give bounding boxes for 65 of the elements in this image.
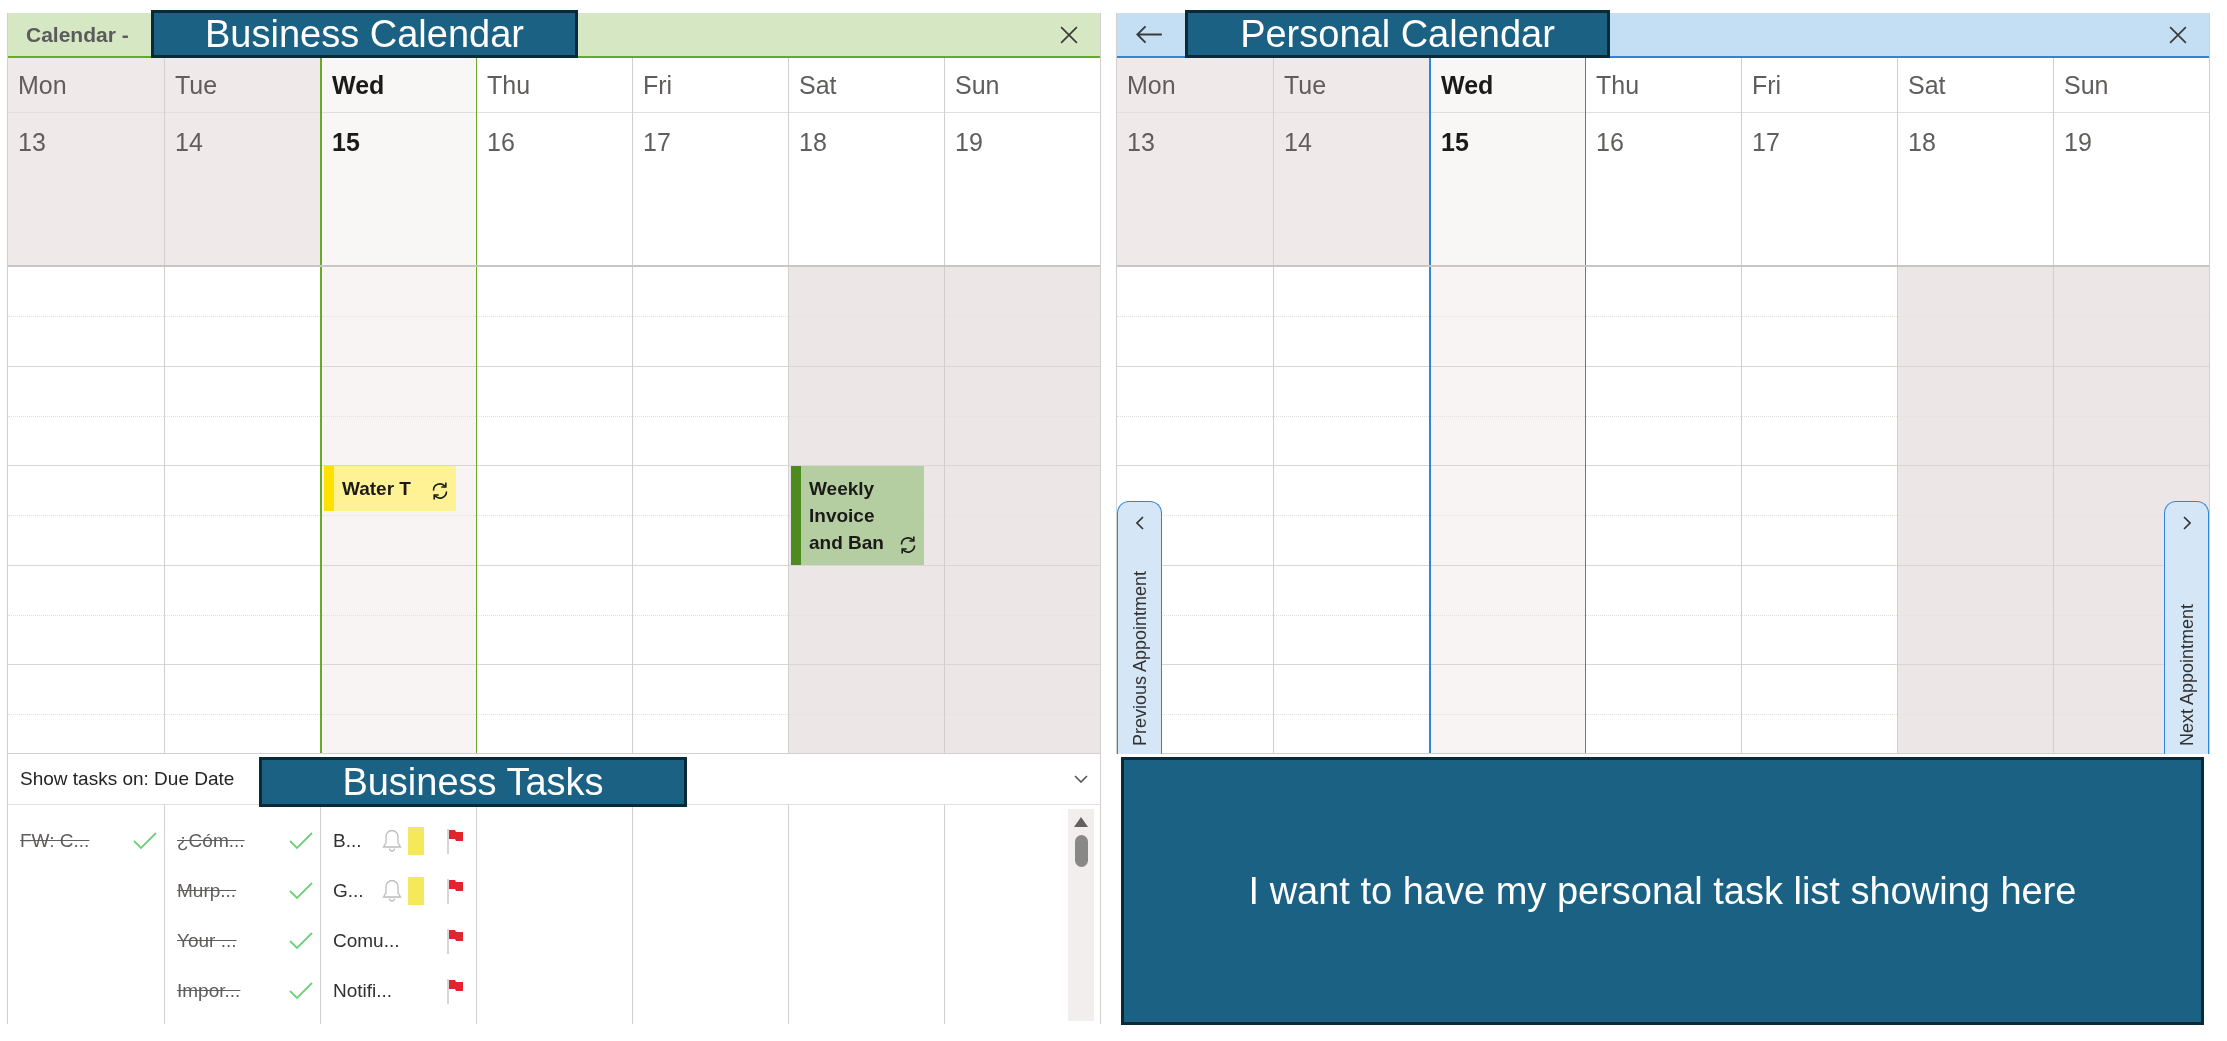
day-name: Thu [1596, 70, 1640, 100]
day-name: Mon [1127, 70, 1176, 100]
day-name: Wed [332, 70, 385, 100]
check-icon[interactable] [289, 882, 313, 900]
close-icon[interactable] [2169, 25, 2187, 44]
task-item[interactable]: Murp... [165, 866, 320, 916]
flag-icon[interactable] [446, 828, 464, 854]
check-icon[interactable] [289, 932, 313, 950]
task-item[interactable]: Your ... [165, 916, 320, 966]
chevron-right-icon [2182, 516, 2191, 530]
day-name: Sun [955, 70, 1000, 100]
day-name: Tue [1284, 70, 1327, 100]
scroll-thumb[interactable] [1074, 835, 1088, 867]
task-item[interactable]: B... [321, 816, 476, 866]
day-date: 17 [1752, 128, 1780, 156]
day-date: 19 [955, 128, 983, 156]
day-date: 16 [487, 128, 515, 156]
back-arrow-icon[interactable] [1135, 25, 1163, 44]
day-name: Fri [1752, 70, 1782, 100]
flag-icon[interactable] [446, 978, 464, 1004]
task-item[interactable]: Impor... [165, 966, 320, 1016]
flag-icon[interactable] [446, 878, 464, 904]
tasks-filter-label: Show tasks on: Due Date [20, 766, 235, 791]
check-icon[interactable] [289, 982, 313, 1000]
day-name: Fri [643, 70, 673, 100]
day-date: 14 [1284, 128, 1312, 156]
day-name: Sun [2064, 70, 2109, 100]
check-icon[interactable] [133, 832, 157, 850]
day-date: 16 [1596, 128, 1624, 156]
task-item[interactable]: ¿Cóm... [165, 816, 320, 866]
callout-label: Business Tasks [259, 757, 687, 807]
day-date: 15 [1441, 128, 1469, 156]
calendar-event[interactable]: Weekly Invoice and Ban [791, 466, 924, 565]
task-item[interactable]: FW: C... [8, 816, 164, 866]
day-date: 15 [332, 128, 360, 156]
check-icon[interactable] [289, 832, 313, 850]
day-date: 13 [1127, 128, 1155, 156]
chevron-left-icon [1135, 516, 1144, 530]
day-date: 13 [18, 128, 46, 156]
day-date: 17 [643, 128, 671, 156]
flag-icon[interactable] [446, 928, 464, 954]
day-name: Sat [1908, 70, 1946, 100]
scroll-up-icon[interactable] [1074, 817, 1088, 827]
task-item[interactable]: Comu... [321, 916, 476, 966]
day-name: Thu [487, 70, 531, 100]
chevron-down-icon[interactable] [1074, 775, 1088, 783]
calendar-title: Calendar - [26, 21, 129, 48]
task-item[interactable]: Notifi... [321, 966, 476, 1016]
task-item[interactable]: G... [321, 866, 476, 916]
day-date: 14 [175, 128, 203, 156]
day-date: 18 [1908, 128, 1936, 156]
callout-label: Business Calendar [151, 10, 578, 58]
calendar-event[interactable]: Water T [324, 466, 456, 511]
day-name: Tue [175, 70, 218, 100]
close-icon[interactable] [1060, 25, 1078, 44]
day-date: 18 [799, 128, 827, 156]
day-name: Sat [799, 70, 837, 100]
day-name: Mon [18, 70, 67, 100]
previous-appointment-button[interactable]: Previous Appointment [1117, 501, 1162, 754]
callout-note: I want to have my personal task list showing here [1121, 757, 2204, 1025]
scrollbar[interactable] [1068, 809, 1094, 1021]
callout-label: Personal Calendar [1185, 10, 1610, 58]
day-name: Wed [1441, 70, 1494, 100]
day-date: 19 [2064, 128, 2092, 156]
next-appointment-button[interactable]: Next Appointment [2164, 501, 2209, 754]
